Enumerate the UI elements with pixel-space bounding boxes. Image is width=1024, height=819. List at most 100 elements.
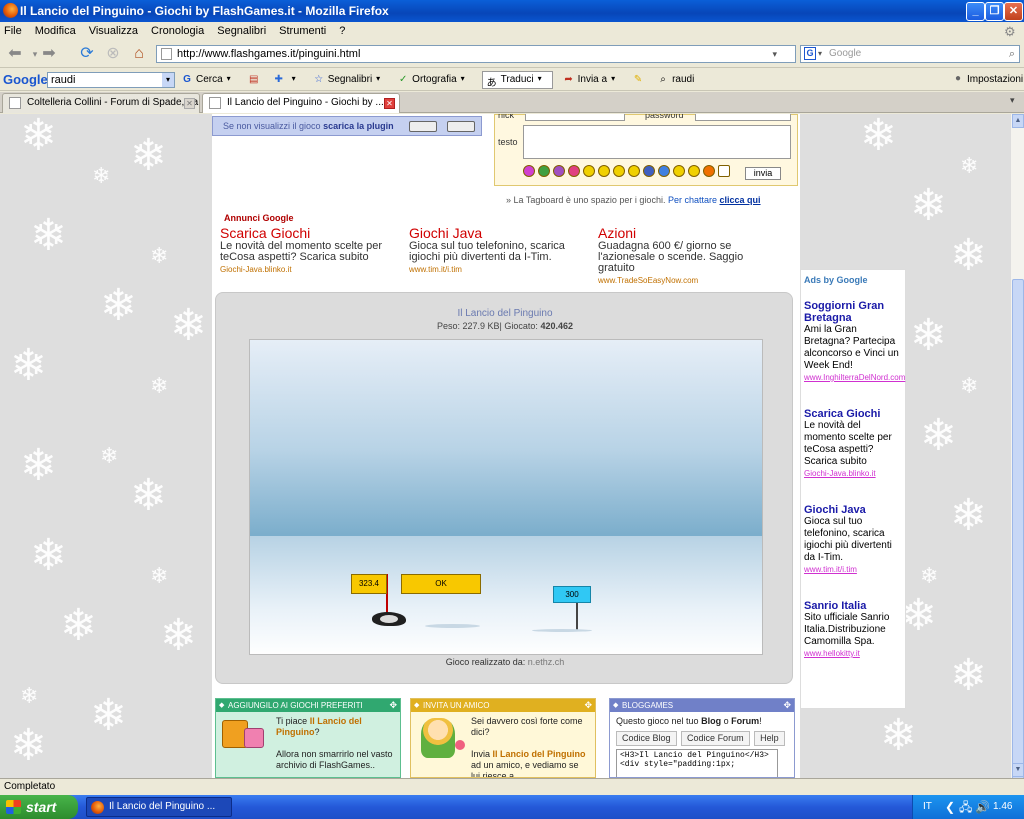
menu-file[interactable]: File — [4, 25, 22, 37]
ad-item[interactable]: Azioni Guadagna 600 €/ giorno se l'azion… — [598, 225, 768, 286]
maximize-button[interactable]: ❐ — [985, 2, 1004, 21]
taskbar-item-firefox[interactable]: Il Lancio del Pinguino ... — [86, 797, 232, 817]
url-bar[interactable]: http://www.flashgames.it/pinguini.html ▾… — [156, 45, 813, 63]
ad-item[interactable]: Scarica Giochi Le novità del momento sce… — [804, 408, 902, 480]
smiley-icon[interactable] — [658, 165, 670, 177]
ortografia-button[interactable]: ✓ Ortografia ▾ — [397, 74, 471, 86]
start-button[interactable]: start — [0, 795, 78, 819]
smiley-icon[interactable] — [538, 165, 550, 177]
ad-url[interactable]: www.InghilterraDelNord.com — [804, 372, 905, 384]
vertical-scrollbar[interactable]: ▲ ▼ — [1010, 114, 1024, 799]
nick-input[interactable] — [525, 114, 625, 121]
volume-icon[interactable]: 🔊 — [975, 795, 990, 819]
query-dropdown-icon[interactable]: ▾ — [162, 72, 174, 87]
segnalibri-button[interactable]: ☆ Segnalibri ▾ — [313, 74, 387, 86]
smiley-icon[interactable] — [568, 165, 580, 177]
ad-title[interactable]: Scarica Giochi — [804, 408, 902, 420]
back-button[interactable]: ⬅ — [4, 44, 26, 64]
ad-title[interactable]: Scarica Giochi — [220, 225, 400, 241]
ad-title[interactable]: Giochi Java — [409, 225, 589, 241]
smiley-icon[interactable] — [613, 165, 625, 177]
ad-title[interactable]: Azioni — [598, 225, 768, 241]
google-logo[interactable]: Google — [3, 72, 48, 87]
impostazioni-button[interactable]: ●Impostazioni▾ — [952, 73, 1024, 85]
network-icon[interactable]: 🖧 — [959, 795, 972, 819]
ad-item[interactable]: Giochi Java Gioca sul tuo telefonino, sc… — [804, 504, 902, 576]
close-tab-icon[interactable]: ✕ — [184, 98, 195, 109]
window-title-bar[interactable]: Il Lancio del Pinguino - Giochi by Flash… — [0, 0, 1024, 22]
credit-author[interactable]: n.ethz.ch — [528, 657, 565, 667]
chat-link[interactable]: clicca qui — [720, 195, 761, 205]
menu-strumenti[interactable]: Strumenti — [279, 25, 326, 37]
close-tab-icon[interactable]: ✕ — [384, 98, 395, 109]
ad-url[interactable]: www.TradeSoEasyNow.com — [598, 275, 768, 286]
plugin-download-link[interactable]: scarica la plugin — [323, 121, 394, 131]
ad-url[interactable]: Giochi-Java.blinko.it — [220, 264, 400, 275]
traduci-button[interactable]: あ Traduci ▾ — [481, 70, 553, 89]
tab-codice-forum[interactable]: Codice Forum — [681, 731, 750, 746]
ad-url[interactable]: Giochi-Java.blinko.it — [804, 468, 902, 480]
message-textarea[interactable] — [523, 125, 791, 159]
url-dropdown-icon[interactable]: ▾ — [772, 46, 777, 62]
scrollbar-thumb[interactable] — [1012, 279, 1024, 799]
reload-button[interactable]: ⟳ — [76, 44, 98, 64]
stop-button[interactable]: ⊗ — [102, 44, 124, 64]
highlight-button[interactable]: ✎ — [632, 74, 647, 86]
ok-button[interactable]: OK — [401, 574, 481, 594]
flash-plugin-button[interactable] — [409, 121, 437, 132]
tab-help[interactable]: Help — [754, 731, 785, 746]
ad-item[interactable]: Soggiorni Gran Bretagna Ami la Gran Bret… — [804, 300, 905, 384]
tab-list-icon[interactable]: ▾ — [1010, 95, 1015, 106]
smiley-icon[interactable] — [688, 165, 700, 177]
tab-codice-blog[interactable]: Codice Blog — [616, 731, 677, 746]
ad-item[interactable]: Scarica Giochi Le novità del momento sce… — [220, 225, 400, 275]
ad-url[interactable]: www.hellokitty.it — [804, 648, 902, 660]
smiley-icon[interactable] — [628, 165, 640, 177]
google-engine-icon[interactable]: G — [804, 47, 816, 60]
smiley-icon[interactable] — [598, 165, 610, 177]
scroll-down-arrow[interactable]: ▼ — [1012, 763, 1024, 777]
invia-button[interactable]: ➦ Invia a ▾ — [563, 74, 622, 86]
password-input[interactable] — [695, 114, 791, 121]
menu-cronologia[interactable]: Cronologia — [151, 25, 204, 37]
ads-by-google-label[interactable]: Ads by Google — [804, 274, 902, 286]
tab-coltelleria[interactable]: Coltelleria Collini - Forum di Spade, La… — [2, 93, 200, 113]
clock[interactable]: 1.46 — [993, 795, 1012, 819]
shockwave-plugin-button[interactable] — [447, 121, 475, 132]
embed-code-textarea[interactable]: <H3>Il Lancio del Pinguino</H3> <div sty… — [616, 749, 778, 777]
menu-segnalibri[interactable]: Segnalibri — [217, 25, 266, 37]
ad-item[interactable]: Sanrio Italia Sito ufficiale Sanrio Ital… — [804, 600, 902, 660]
language-indicator[interactable]: IT — [923, 795, 932, 819]
menu-help[interactable]: ? — [339, 25, 345, 37]
puzzle-button[interactable]: ✚ ▾ — [273, 74, 303, 86]
smiley-icon[interactable] — [523, 165, 535, 177]
smiley-icon[interactable] — [718, 165, 730, 177]
raudi-find-button[interactable]: ⌕ raudi — [657, 74, 694, 86]
ad-url[interactable]: www.tim.it/i.tim — [409, 264, 589, 275]
smiley-icon[interactable] — [643, 165, 655, 177]
tab-lancio-pinguino[interactable]: Il Lancio del Pinguino - Giochi by ... ✕ — [202, 93, 400, 113]
forward-button[interactable]: ➡ — [38, 44, 60, 64]
game-link[interactable]: Il Lancio del Pinguino — [493, 749, 586, 759]
ad-title[interactable]: Sanrio Italia — [804, 600, 902, 612]
ad-url[interactable]: www.tim.it/i.tim — [804, 564, 902, 576]
minimize-button[interactable]: _ — [966, 2, 985, 21]
search-icon[interactable]: ⌕ — [1009, 46, 1015, 62]
invia-button[interactable]: invia — [745, 167, 781, 180]
back-tray-icon[interactable]: ❮ — [945, 795, 955, 819]
smiley-icon[interactable] — [673, 165, 685, 177]
smiley-icon[interactable] — [583, 165, 595, 177]
smiley-icon[interactable] — [553, 165, 565, 177]
close-window-button[interactable]: ✕ — [1004, 2, 1023, 21]
engine-dropdown-icon[interactable]: ▾ — [818, 46, 822, 62]
menu-visualizza[interactable]: Visualizza — [89, 25, 138, 37]
smiley-icon[interactable] — [703, 165, 715, 177]
search-box[interactable]: G ▾ Google ⌕ — [800, 45, 1020, 63]
home-button[interactable]: ⌂ — [128, 44, 150, 64]
google-cerca-button[interactable]: G Cerca ▾ — [181, 74, 238, 86]
scroll-up-arrow[interactable]: ▲ — [1012, 114, 1024, 128]
ad-item[interactable]: Giochi Java Gioca sul tuo telefonino, sc… — [409, 225, 589, 275]
ad-title[interactable]: Soggiorni Gran Bretagna — [804, 300, 902, 324]
menu-modifica[interactable]: Modifica — [35, 25, 76, 37]
game-stage[interactable]: 323.4 OK 300 — [249, 339, 763, 655]
